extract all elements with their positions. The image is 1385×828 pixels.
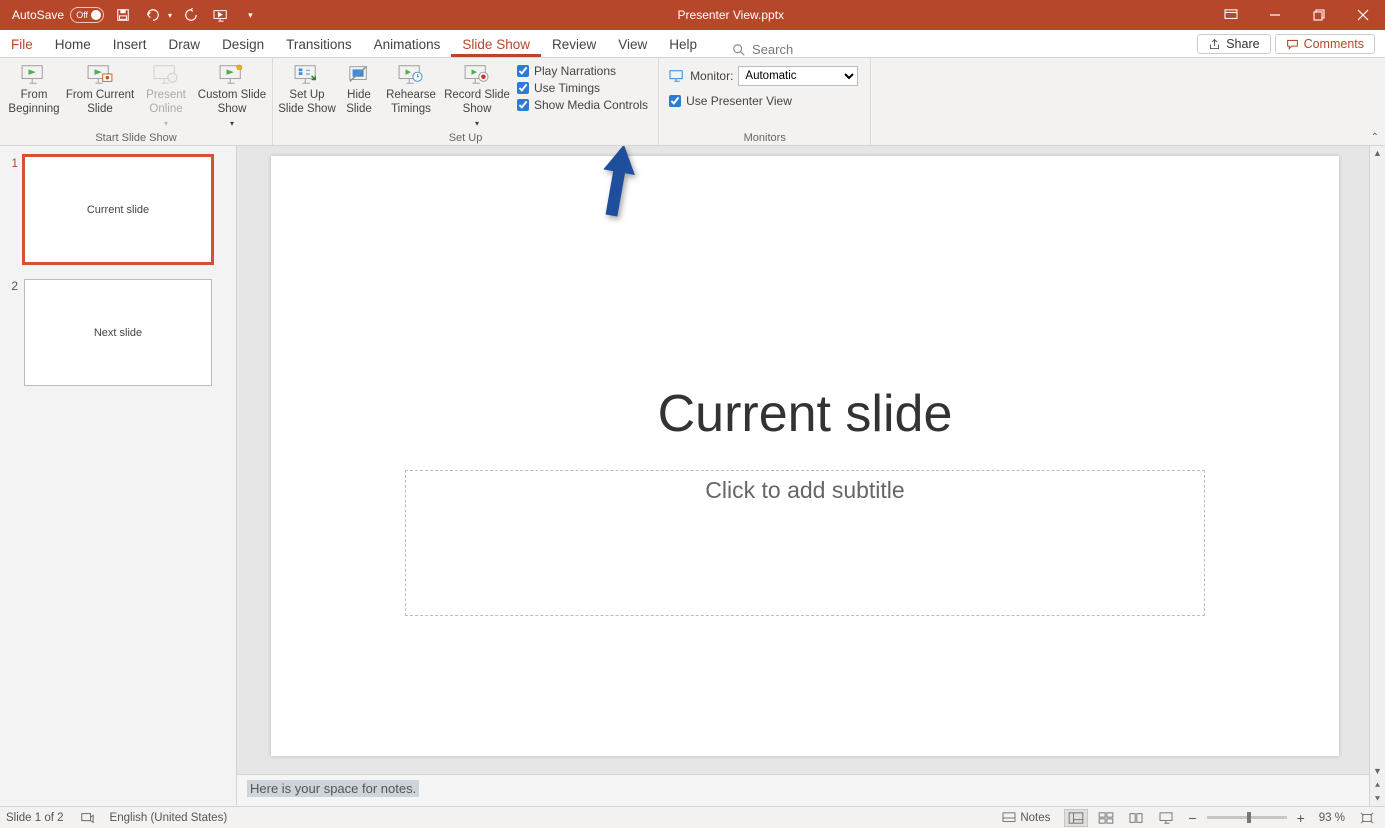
slide-subtitle-placeholder[interactable]: Click to add subtitle — [405, 470, 1205, 616]
scroll-down-icon[interactable]: ▼ — [1373, 764, 1382, 778]
save-icon[interactable] — [112, 4, 134, 26]
reading-view-icon[interactable] — [1124, 809, 1148, 827]
share-icon — [1208, 38, 1221, 51]
hide-slide-button[interactable]: Hide Slide — [337, 60, 381, 117]
fit-to-window-icon[interactable] — [1355, 809, 1379, 827]
monitor-icon — [669, 69, 685, 83]
document-title: Presenter View.pptx — [253, 8, 1209, 22]
tab-design[interactable]: Design — [211, 33, 275, 57]
close-icon[interactable] — [1341, 0, 1385, 30]
ribbon-tabs: File Home Insert Draw Design Transitions… — [0, 30, 1385, 58]
from-beginning-button[interactable]: From Beginning — [4, 60, 64, 117]
group-label: Set Up — [277, 132, 654, 145]
use-timings-checkbox[interactable]: Use Timings — [517, 81, 648, 95]
workspace: 1 Current slide 2 Next slide Current sli… — [0, 146, 1385, 806]
group-setup: Set Up Slide Show Hide Slide Rehearse Ti… — [273, 58, 659, 145]
zoom-slider[interactable] — [1207, 816, 1287, 819]
slide-counter[interactable]: Slide 1 of 2 — [6, 812, 64, 824]
next-slide-icon[interactable]: ⯆ — [1374, 792, 1381, 806]
language-status[interactable]: English (United States) — [110, 812, 228, 824]
notes-text[interactable]: Here is your space for notes. — [247, 780, 419, 797]
present-online-button[interactable]: Present Online▾ — [136, 60, 196, 129]
notes-icon — [1002, 812, 1016, 824]
slide-editor: Current slide Click to add subtitle Here… — [237, 146, 1369, 806]
show-media-controls-checkbox[interactable]: Show Media Controls — [517, 98, 648, 112]
monitor-select[interactable]: Automatic — [738, 66, 858, 86]
slide-thumbnail-2[interactable]: Next slide — [24, 279, 212, 386]
search-icon — [732, 43, 746, 57]
setup-slideshow-button[interactable]: Set Up Slide Show — [277, 60, 337, 117]
slide-thumbnails-panel: 1 Current slide 2 Next slide — [0, 146, 237, 806]
tab-transitions[interactable]: Transitions — [275, 33, 363, 57]
custom-slideshow-button[interactable]: Custom Slide Show▾ — [196, 60, 268, 129]
tab-animations[interactable]: Animations — [363, 33, 452, 57]
play-narrations-checkbox[interactable]: Play Narrations — [517, 64, 648, 78]
thumb-number: 2 — [0, 279, 24, 293]
monitor-label: Monitor: — [690, 69, 733, 83]
tab-slideshow[interactable]: Slide Show — [451, 33, 541, 57]
scroll-up-icon[interactable]: ▲ — [1373, 146, 1382, 160]
tab-insert[interactable]: Insert — [102, 33, 158, 57]
record-slideshow-button[interactable]: Record Slide Show▾ — [441, 60, 513, 129]
comment-icon — [1286, 38, 1299, 51]
group-label: Start Slide Show — [4, 132, 268, 145]
thumb-number: 1 — [0, 156, 24, 170]
zoom-percent[interactable]: 93 % — [1319, 812, 1345, 824]
ribbon-display-icon[interactable] — [1209, 0, 1253, 30]
slide-title[interactable]: Current slide — [271, 384, 1339, 444]
group-label: Monitors — [663, 132, 866, 145]
undo-dropdown-icon[interactable]: ▾ — [168, 11, 172, 20]
title-bar: AutoSave Off ▾ ▾ Presenter View.pptx — [0, 0, 1385, 30]
slideshow-view-icon[interactable] — [1154, 809, 1178, 827]
slide-thumbnail-1[interactable]: Current slide — [24, 156, 212, 263]
tab-help[interactable]: Help — [658, 33, 708, 57]
slide-sorter-view-icon[interactable] — [1094, 809, 1118, 827]
ribbon: From Beginning From Current Slide Presen… — [0, 58, 1385, 146]
undo-icon[interactable] — [142, 4, 164, 26]
tab-draw[interactable]: Draw — [158, 33, 212, 57]
autosave-label: AutoSave — [12, 8, 64, 22]
group-monitors: Monitor: Automatic Use Presenter View Mo… — [659, 58, 871, 145]
tab-home[interactable]: Home — [44, 33, 102, 57]
notes-button[interactable]: Notes — [1002, 812, 1050, 824]
accessibility-icon[interactable] — [80, 811, 94, 825]
prev-slide-icon[interactable]: ⯅ — [1374, 778, 1381, 792]
tab-file[interactable]: File — [0, 33, 44, 57]
tab-view[interactable]: View — [607, 33, 658, 57]
minimize-icon[interactable] — [1253, 0, 1297, 30]
zoom-in-button[interactable]: + — [1293, 810, 1309, 826]
use-presenter-view-checkbox[interactable]: Use Presenter View — [669, 94, 792, 108]
comments-button[interactable]: Comments — [1275, 34, 1375, 54]
status-bar: Slide 1 of 2 English (United States) Not… — [0, 806, 1385, 828]
notes-pane[interactable]: Here is your space for notes. — [237, 774, 1369, 806]
share-button[interactable]: Share — [1197, 34, 1270, 54]
autosave-toggle[interactable]: AutoSave Off — [12, 7, 104, 23]
annotation-arrow-icon — [597, 146, 637, 224]
slide[interactable]: Current slide Click to add subtitle — [271, 156, 1339, 756]
search-box[interactable]: Search — [732, 42, 793, 57]
collapse-ribbon-icon[interactable]: ⌃ — [1371, 132, 1379, 143]
from-current-slide-button[interactable]: From Current Slide — [64, 60, 136, 117]
rehearse-timings-button[interactable]: Rehearse Timings — [381, 60, 441, 117]
slide-canvas-area[interactable]: Current slide Click to add subtitle — [237, 146, 1369, 774]
group-start-slideshow: From Beginning From Current Slide Presen… — [0, 58, 273, 145]
start-from-beginning-icon[interactable] — [210, 4, 232, 26]
zoom-out-button[interactable]: − — [1184, 810, 1200, 826]
maximize-icon[interactable] — [1297, 0, 1341, 30]
normal-view-icon[interactable] — [1064, 809, 1088, 827]
vertical-scrollbar[interactable]: ▲ ▼ ⯅ ⯆ — [1369, 146, 1385, 806]
repeat-icon[interactable] — [180, 4, 202, 26]
tab-review[interactable]: Review — [541, 33, 607, 57]
